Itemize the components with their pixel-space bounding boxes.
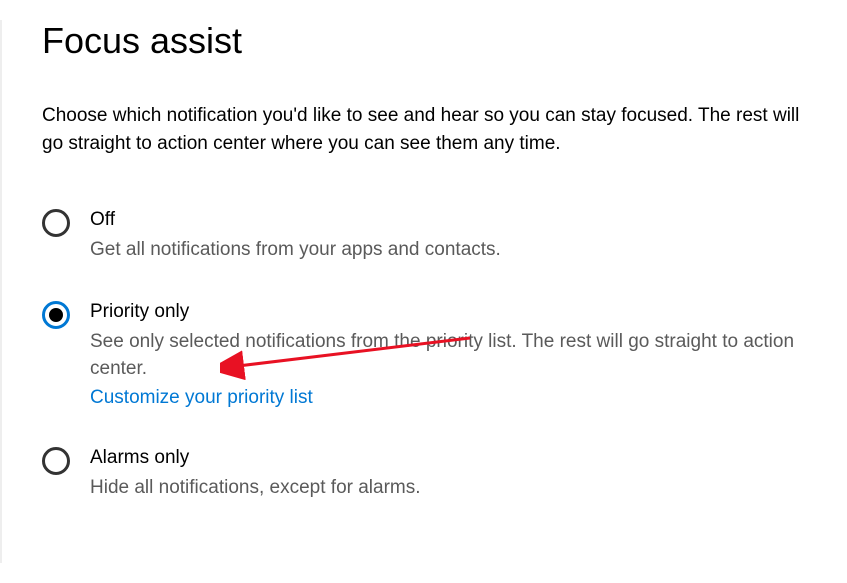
- left-divider: [0, 20, 2, 563]
- radio-icon: [42, 209, 70, 237]
- radio-option-off[interactable]: Off Get all notifications from your apps…: [42, 207, 817, 263]
- customize-priority-link[interactable]: Customize your priority list: [90, 387, 810, 409]
- radio-sub-off: Get all notifications from your apps and…: [90, 236, 501, 264]
- radio-content: Priority only See only selected notifica…: [90, 299, 810, 409]
- radio-sub-alarms: Hide all notifications, except for alarm…: [90, 474, 421, 502]
- radio-option-priority[interactable]: Priority only See only selected notifica…: [42, 299, 817, 409]
- radio-option-alarms[interactable]: Alarms only Hide all notifications, exce…: [42, 445, 817, 501]
- radio-label-alarms: Alarms only: [90, 445, 421, 472]
- page-description: Choose which notification you'd like to …: [42, 102, 802, 157]
- radio-icon: [42, 447, 70, 475]
- radio-content: Alarms only Hide all notifications, exce…: [90, 445, 421, 501]
- radio-label-off: Off: [90, 207, 501, 234]
- radio-sub-priority: See only selected notifications from the…: [90, 328, 810, 383]
- radio-label-priority: Priority only: [90, 299, 810, 326]
- radio-icon-selected: [42, 301, 70, 329]
- page-title: Focus assist: [42, 20, 817, 62]
- focus-assist-radio-group: Off Get all notifications from your apps…: [42, 207, 817, 501]
- radio-content: Off Get all notifications from your apps…: [90, 207, 501, 263]
